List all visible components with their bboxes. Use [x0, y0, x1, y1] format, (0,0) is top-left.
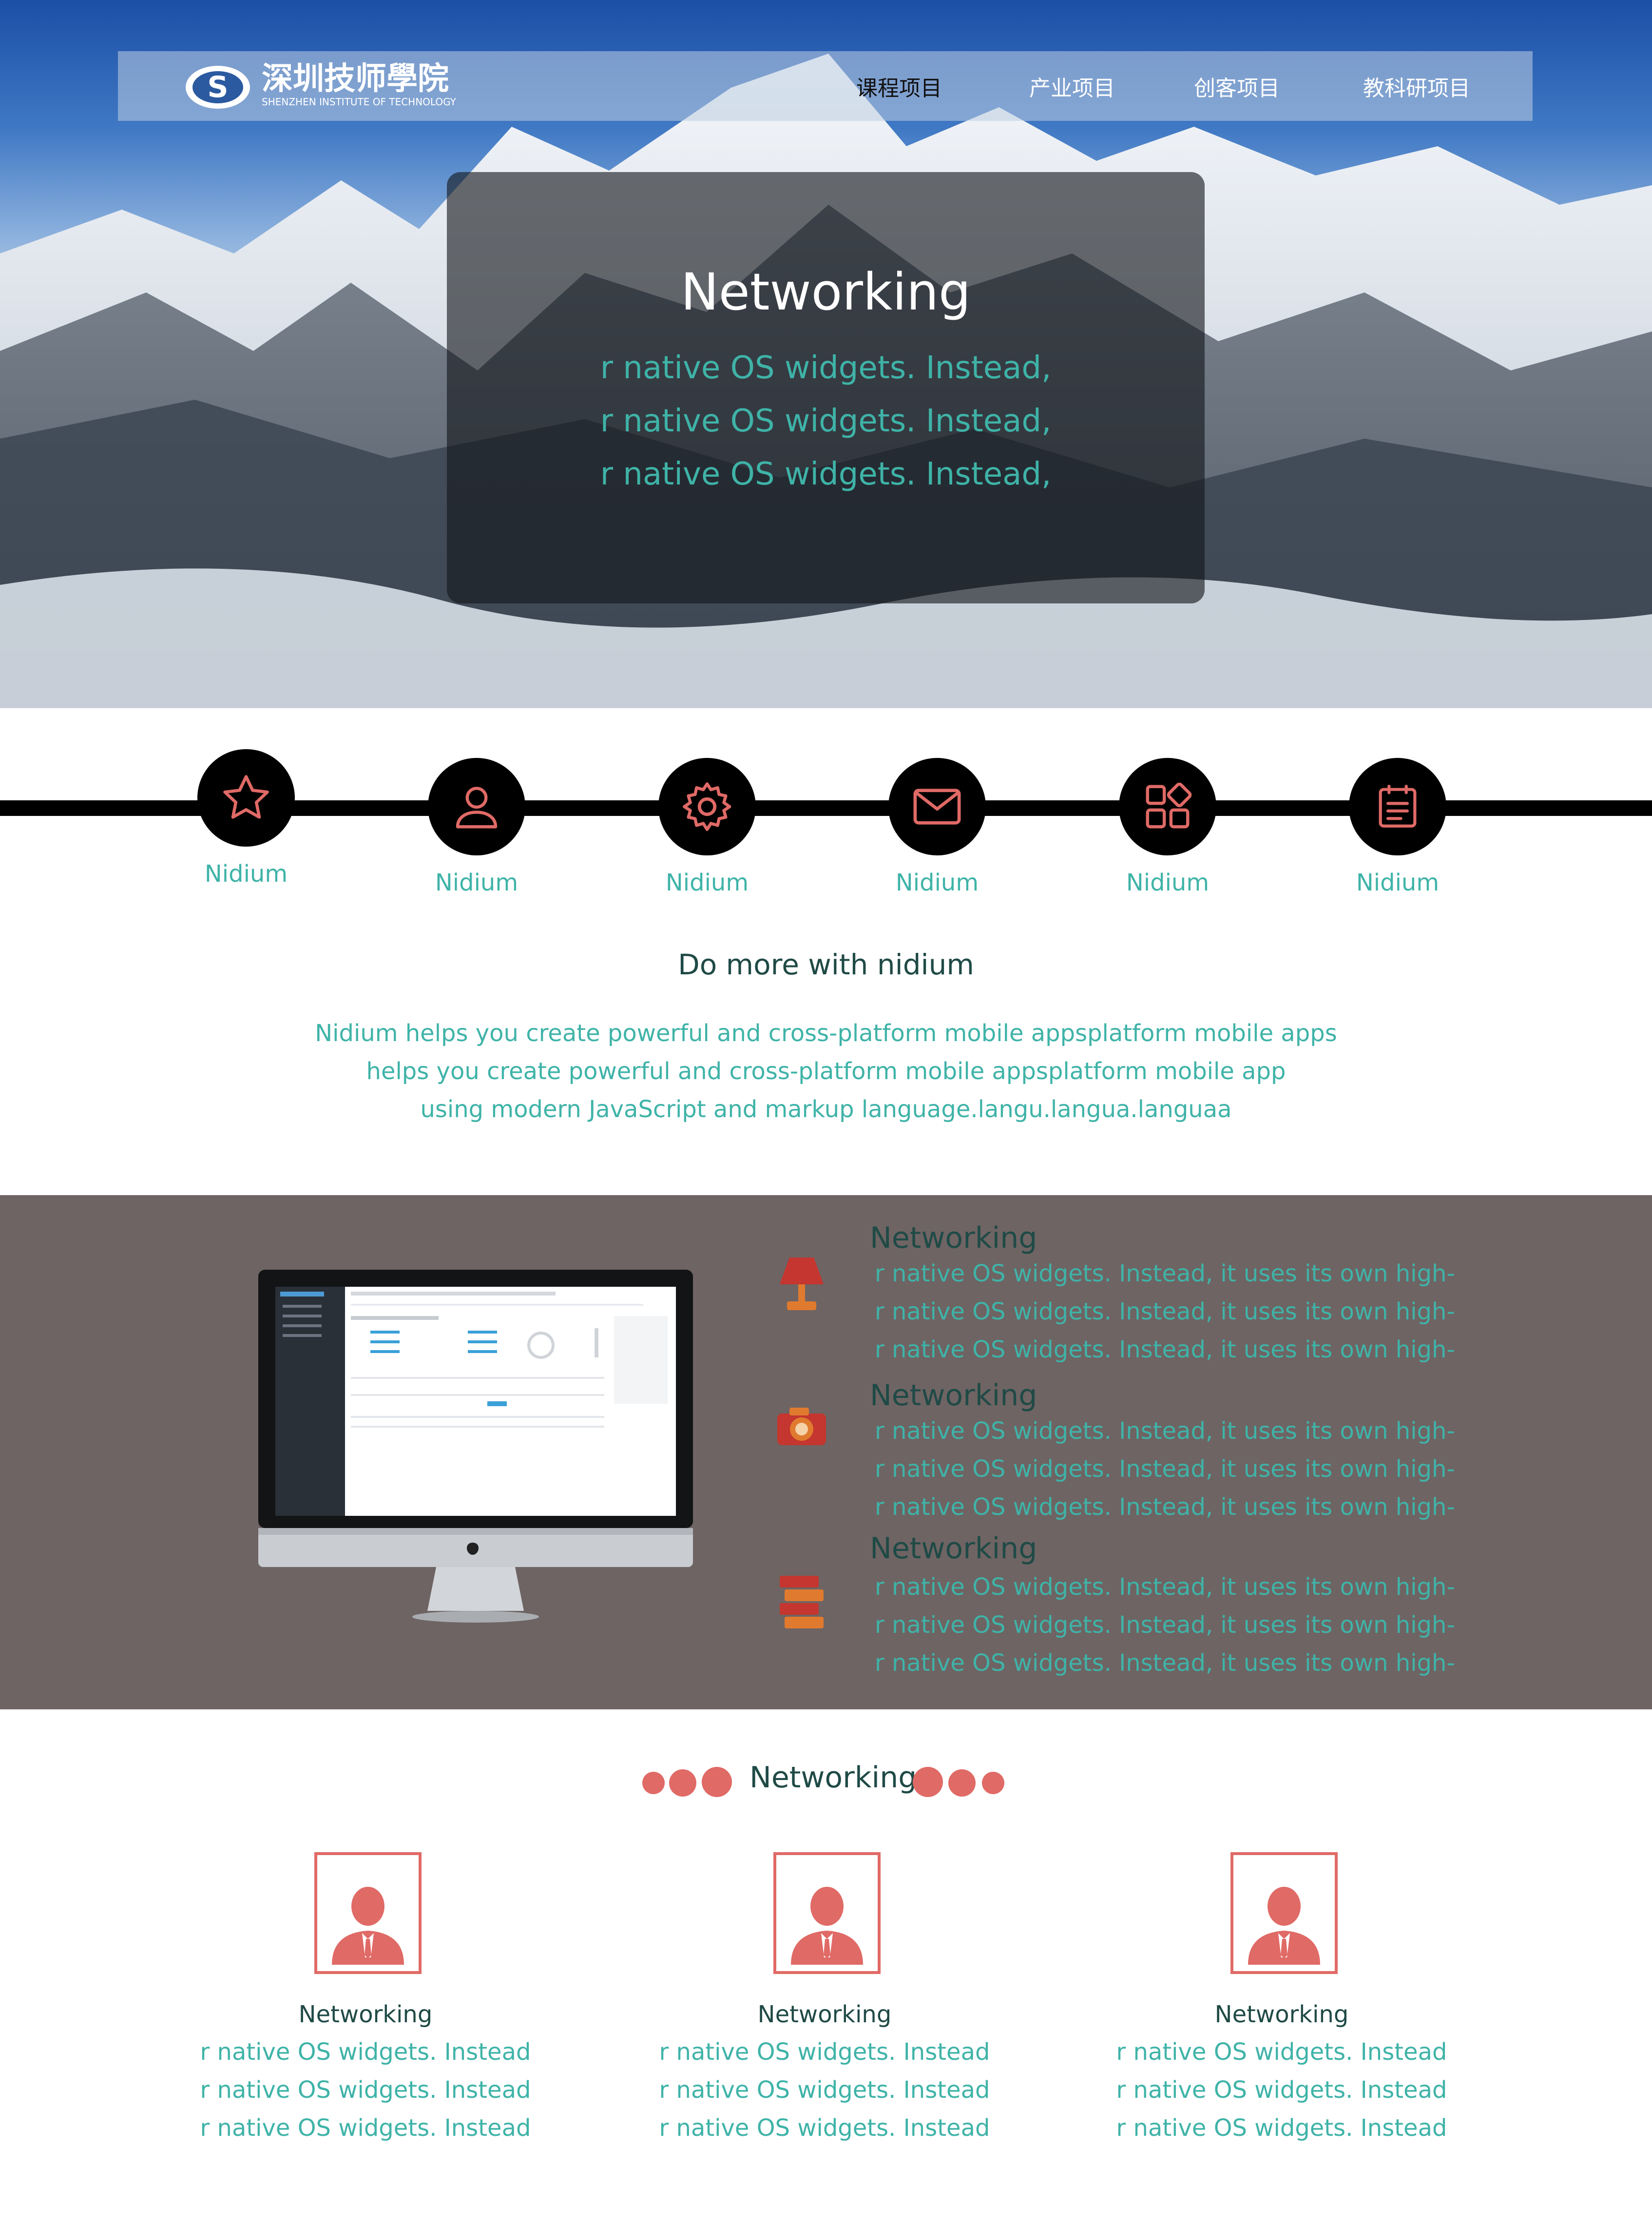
- school-logo[interactable]: S 深圳技师學院 SHENZHEN INSTITUTE OF TECHNOLOG…: [184, 62, 496, 111]
- apps-icon: [1146, 782, 1192, 829]
- intro-description-line: using modern JavaScript and markup langu…: [420, 1096, 1232, 1123]
- lamp-icon: [780, 1258, 824, 1310]
- top-navbar: S 深圳技师學院 SHENZHEN INSTITUTE OF TECHNOLOG…: [118, 51, 1533, 121]
- team-member-name: Networking: [298, 2001, 433, 2028]
- hero-title: Networking: [680, 262, 971, 322]
- team-member-line: r native OS widgets. Instead: [1116, 2076, 1447, 2104]
- showcase-block-line: r native OS widgets. Instead, it uses it…: [875, 1417, 1455, 1445]
- team-member-name: Networking: [1214, 2001, 1349, 2028]
- team-member-line: r native OS widgets. Instead: [200, 2076, 531, 2104]
- nav-item-courses[interactable]: 课程项目: [856, 71, 942, 101]
- showcase-block-line: r native OS widgets. Instead, it uses it…: [875, 1336, 1455, 1363]
- decor-dot: [702, 1767, 732, 1797]
- imac-screenshot-image: [258, 1270, 693, 1623]
- team-member-line: r native OS widgets. Instead: [1116, 2038, 1447, 2066]
- showcase-block-line: r native OS widgets. Instead, it uses it…: [875, 1298, 1455, 1325]
- notepad-icon: [1379, 784, 1417, 828]
- gear-icon: [683, 782, 731, 831]
- team-member-line: r native OS widgets. Instead: [659, 2114, 990, 2142]
- team-member-line: r native OS widgets. Instead: [659, 2076, 990, 2104]
- showcase-block-line: r native OS widgets. Instead, it uses it…: [875, 1455, 1455, 1483]
- hero-line: r native OS widgets. Instead,: [600, 456, 1052, 492]
- decor-dot: [982, 1772, 1004, 1794]
- feature-label: Nidium: [204, 860, 288, 888]
- hero-banner: S 深圳技师學院 SHENZHEN INSTITUTE OF TECHNOLOG…: [0, 0, 1652, 708]
- nav-item-maker[interactable]: 创客项目: [1194, 71, 1280, 101]
- hero-card: Networking r native OS widgets. Instead,…: [447, 172, 1205, 603]
- logo-chinese-name: 深圳技师學院: [262, 60, 449, 97]
- nav-item-research[interactable]: 教科研项目: [1363, 71, 1470, 101]
- avatar: [1230, 1852, 1338, 1974]
- team-member-line: r native OS widgets. Instead: [1116, 2114, 1447, 2142]
- team-member-line: r native OS widgets. Instead: [200, 2038, 531, 2066]
- hero-line: r native OS widgets. Instead,: [600, 403, 1052, 439]
- feature-circle: [888, 758, 986, 855]
- person-avatar-icon: [791, 1887, 863, 1965]
- feature-label: Nidium: [435, 869, 519, 896]
- feature-label: Nidium: [895, 869, 979, 896]
- logo-english-name: SHENZHEN INSTITUTE OF TECHNOLOGY: [262, 96, 456, 108]
- books-icon: [780, 1576, 824, 1628]
- hero-line: r native OS widgets. Instead,: [600, 350, 1052, 386]
- showcase-block-title: Networking: [870, 1378, 1037, 1413]
- showcase-block-line: r native OS widgets. Instead, it uses it…: [875, 1260, 1455, 1287]
- team-section-title: Networking: [749, 1761, 917, 1795]
- user-icon: [456, 787, 498, 829]
- showcase-block-title: Networking: [870, 1221, 1037, 1255]
- team-member-name: Networking: [757, 2001, 892, 2028]
- feature-circle: [428, 758, 525, 855]
- feature-circle: [1349, 758, 1446, 855]
- feature-label: Nidium: [1356, 869, 1440, 896]
- showcase-block-line: r native OS widgets. Instead, it uses it…: [875, 1649, 1455, 1677]
- decor-dot: [642, 1772, 665, 1794]
- camera-icon: [777, 1408, 826, 1445]
- decor-dot: [913, 1767, 943, 1797]
- nav-item-industry[interactable]: 产业项目: [1029, 71, 1115, 101]
- person-avatar-icon: [332, 1887, 404, 1965]
- team-member-line: r native OS widgets. Instead: [659, 2038, 990, 2066]
- decor-dot: [948, 1769, 976, 1797]
- mail-icon: [913, 789, 961, 825]
- showcase-block-line: r native OS widgets. Instead, it uses it…: [875, 1611, 1455, 1639]
- feature-circle: [1119, 758, 1216, 855]
- avatar: [314, 1852, 422, 1974]
- intro-description-line: helps you create powerful and cross-plat…: [366, 1058, 1286, 1085]
- showcase-block-title: Networking: [870, 1531, 1037, 1566]
- person-avatar-icon: [1248, 1887, 1320, 1965]
- svg-text:S: S: [207, 70, 228, 104]
- intro-tagline: Do more with nidium: [678, 948, 974, 981]
- feature-label: Nidium: [665, 869, 749, 896]
- team-member-line: r native OS widgets. Instead: [200, 2114, 531, 2142]
- decor-dot: [669, 1769, 696, 1797]
- showcase-block-line: r native OS widgets. Instead, it uses it…: [875, 1493, 1455, 1521]
- feature-circle: [658, 758, 756, 855]
- star-icon: [223, 775, 269, 819]
- showcase-block-line: r native OS widgets. Instead, it uses it…: [875, 1573, 1455, 1601]
- intro-description-line: Nidium helps you create powerful and cro…: [315, 1020, 1337, 1047]
- feature-circle: [197, 749, 295, 847]
- feature-label: Nidium: [1126, 869, 1210, 896]
- avatar: [773, 1852, 881, 1974]
